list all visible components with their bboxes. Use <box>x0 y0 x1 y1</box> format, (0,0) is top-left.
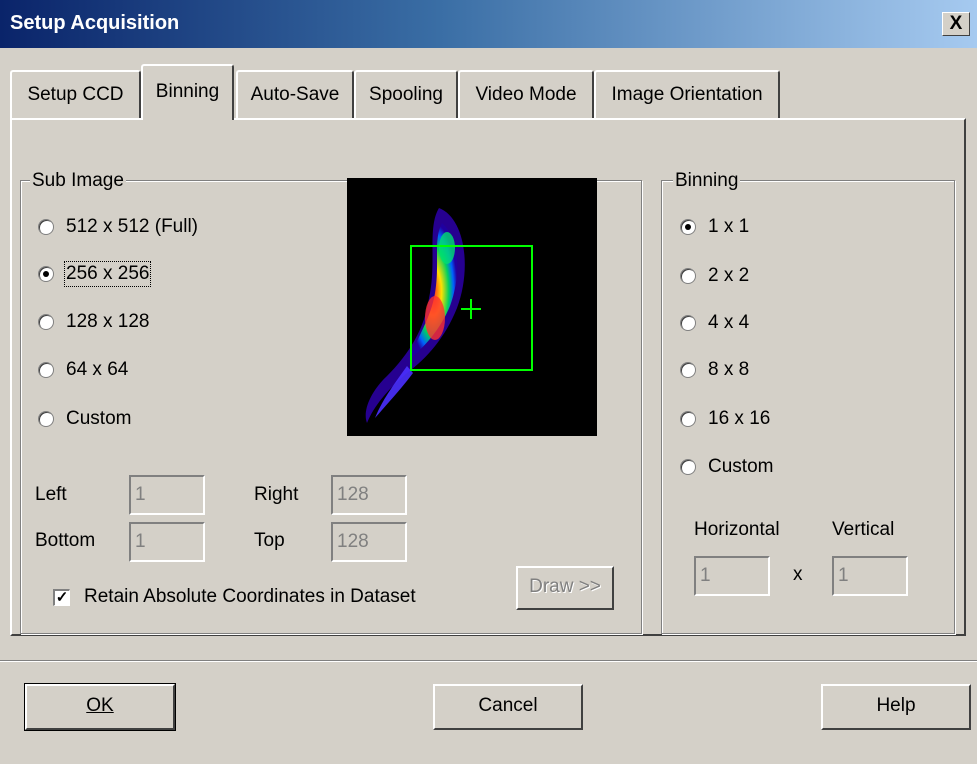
close-button[interactable]: X <box>942 12 970 36</box>
radio-64[interactable]: 64 x 64 <box>38 359 128 381</box>
tab-spooling[interactable]: Spooling <box>354 70 458 118</box>
window-title: Setup Acquisition <box>10 12 180 34</box>
tab-image-orientation[interactable]: Image Orientation <box>594 70 780 118</box>
radio-circle <box>680 315 696 331</box>
footer-separator <box>0 660 977 662</box>
right-label: Right <box>254 484 299 505</box>
radio-256[interactable]: 256 x 256 <box>38 261 152 287</box>
sub-image-preview[interactable] <box>347 178 597 436</box>
bottom-label: Bottom <box>35 530 96 551</box>
radio-circle-checked <box>38 266 54 282</box>
sub-image-legend: Sub Image <box>30 170 126 192</box>
radio-128[interactable]: 128 x 128 <box>38 311 149 333</box>
ok-button[interactable]: OK <box>24 683 176 731</box>
radio-circle <box>680 411 696 427</box>
radio-512[interactable]: 512 x 512 (Full) <box>38 216 198 238</box>
radio-circle <box>38 219 54 235</box>
top-field[interactable]: 128 <box>331 522 407 562</box>
radio-circle <box>680 362 696 378</box>
radio-circle <box>680 459 696 475</box>
radio-circle <box>680 268 696 284</box>
vertical-label: Vertical <box>832 519 895 540</box>
radio-bin-16x16[interactable]: 16 x 16 <box>680 408 770 430</box>
tab-setup-ccd[interactable]: Setup CCD <box>10 70 141 118</box>
tab-video-mode[interactable]: Video Mode <box>458 70 594 118</box>
binning-legend: Binning <box>673 170 741 192</box>
close-icon: X <box>949 13 963 34</box>
left-field[interactable]: 1 <box>129 475 205 515</box>
help-button[interactable]: Help <box>821 684 971 730</box>
cancel-button[interactable]: Cancel <box>433 684 583 730</box>
retain-coordinates-checkbox[interactable]: ✓ Retain Absolute Coordinates in Dataset <box>53 586 416 608</box>
horizontal-field[interactable]: 1 <box>694 556 770 596</box>
tab-auto-save[interactable]: Auto-Save <box>236 70 354 118</box>
right-field[interactable]: 128 <box>331 475 407 515</box>
bottom-field[interactable]: 1 <box>129 522 205 562</box>
times-label: x <box>793 564 803 585</box>
radio-circle <box>38 411 54 427</box>
top-label: Top <box>254 530 285 551</box>
left-label: Left <box>35 484 67 505</box>
check-icon: ✓ <box>53 588 70 606</box>
tab-binning[interactable]: Binning <box>141 64 234 120</box>
vertical-field[interactable]: 1 <box>832 556 908 596</box>
radio-circle <box>38 362 54 378</box>
radio-bin-1x1[interactable]: 1 x 1 <box>680 216 749 238</box>
radio-circle <box>38 314 54 330</box>
radio-bin-2x2[interactable]: 2 x 2 <box>680 265 749 287</box>
radio-bin-custom[interactable]: Custom <box>680 456 773 478</box>
title-bar: Setup Acquisition X <box>0 0 977 48</box>
draw-button[interactable]: Draw >> <box>516 566 614 610</box>
radio-bin-4x4[interactable]: 4 x 4 <box>680 312 749 334</box>
radio-bin-8x8[interactable]: 8 x 8 <box>680 359 749 381</box>
radio-custom-sub[interactable]: Custom <box>38 408 131 430</box>
horizontal-label: Horizontal <box>694 519 780 540</box>
radio-circle-checked <box>680 219 696 235</box>
